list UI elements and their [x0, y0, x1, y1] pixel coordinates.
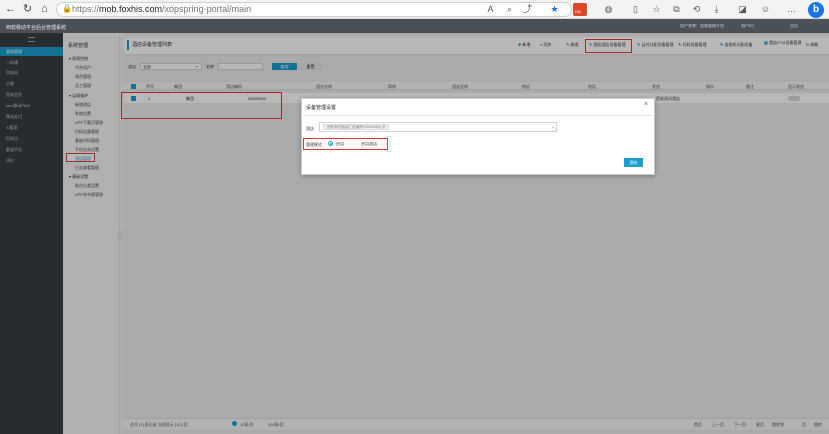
url-text[interactable]: https://mob.foxhis.com/xopspring-portal/… [72, 4, 251, 14]
tag-remove-icon[interactable]: ⊗ [382, 125, 386, 129]
star-icon[interactable]: ★ [548, 3, 561, 16]
screenshot-icon[interactable]: ◪ [736, 3, 749, 16]
mode-option-enable-hotel[interactable]: 启用酒店 [361, 142, 377, 146]
more-icon[interactable]: … [785, 3, 798, 16]
user-id-label: 用户ID： [741, 24, 757, 28]
read-aloud-icon[interactable]: A [484, 3, 497, 16]
dialog-divider [301, 115, 655, 116]
home-link[interactable]: 主页 [790, 24, 798, 28]
save-button[interactable]: 保存 [624, 158, 643, 167]
modal-overlay[interactable] [0, 33, 829, 434]
store-tag[interactable]: 西软测试酒店(门店编号:00000000) ⊗ [323, 124, 390, 130]
favorites-icon[interactable]: ☆ [650, 3, 663, 16]
close-icon[interactable]: × [644, 101, 648, 108]
home-icon[interactable]: ⌂ [38, 3, 51, 16]
puzzle-icon[interactable]: ◍ [602, 3, 615, 16]
history-icon[interactable]: ⟲ [690, 3, 703, 16]
copilot-icon[interactable]: b [808, 2, 824, 18]
extension-badge: 130 [574, 9, 581, 14]
refresh-icon[interactable]: ↻ [21, 3, 34, 16]
zoom-icon[interactable]: ⌕ [503, 3, 516, 16]
app-title: 西软移动平台后台管理系统 [6, 25, 67, 31]
download-icon[interactable]: ⤓ [710, 3, 723, 16]
share-icon[interactable]: ⤴ [521, 3, 534, 16]
back-icon[interactable]: ← [4, 3, 17, 16]
dialog-store-label: 酒店 [306, 126, 314, 131]
split-screen-icon[interactable]: ▯ [629, 3, 642, 16]
mode-option-enable[interactable]: 启用 [336, 142, 344, 146]
profile-icon[interactable]: ☺ [759, 3, 772, 16]
device-settings-dialog [301, 98, 655, 175]
lock-icon: 🔒 [62, 4, 72, 13]
chevron-down-icon: ⌄ [551, 124, 556, 130]
user-name-label: 用户名称：西软管理平台 [680, 24, 724, 28]
collections-icon[interactable]: ⧉ [670, 3, 683, 16]
mode-radio-enable[interactable] [328, 141, 333, 146]
dialog-title: 设备管理设置 [306, 105, 337, 111]
mode-label: 管理模式 [306, 142, 322, 147]
